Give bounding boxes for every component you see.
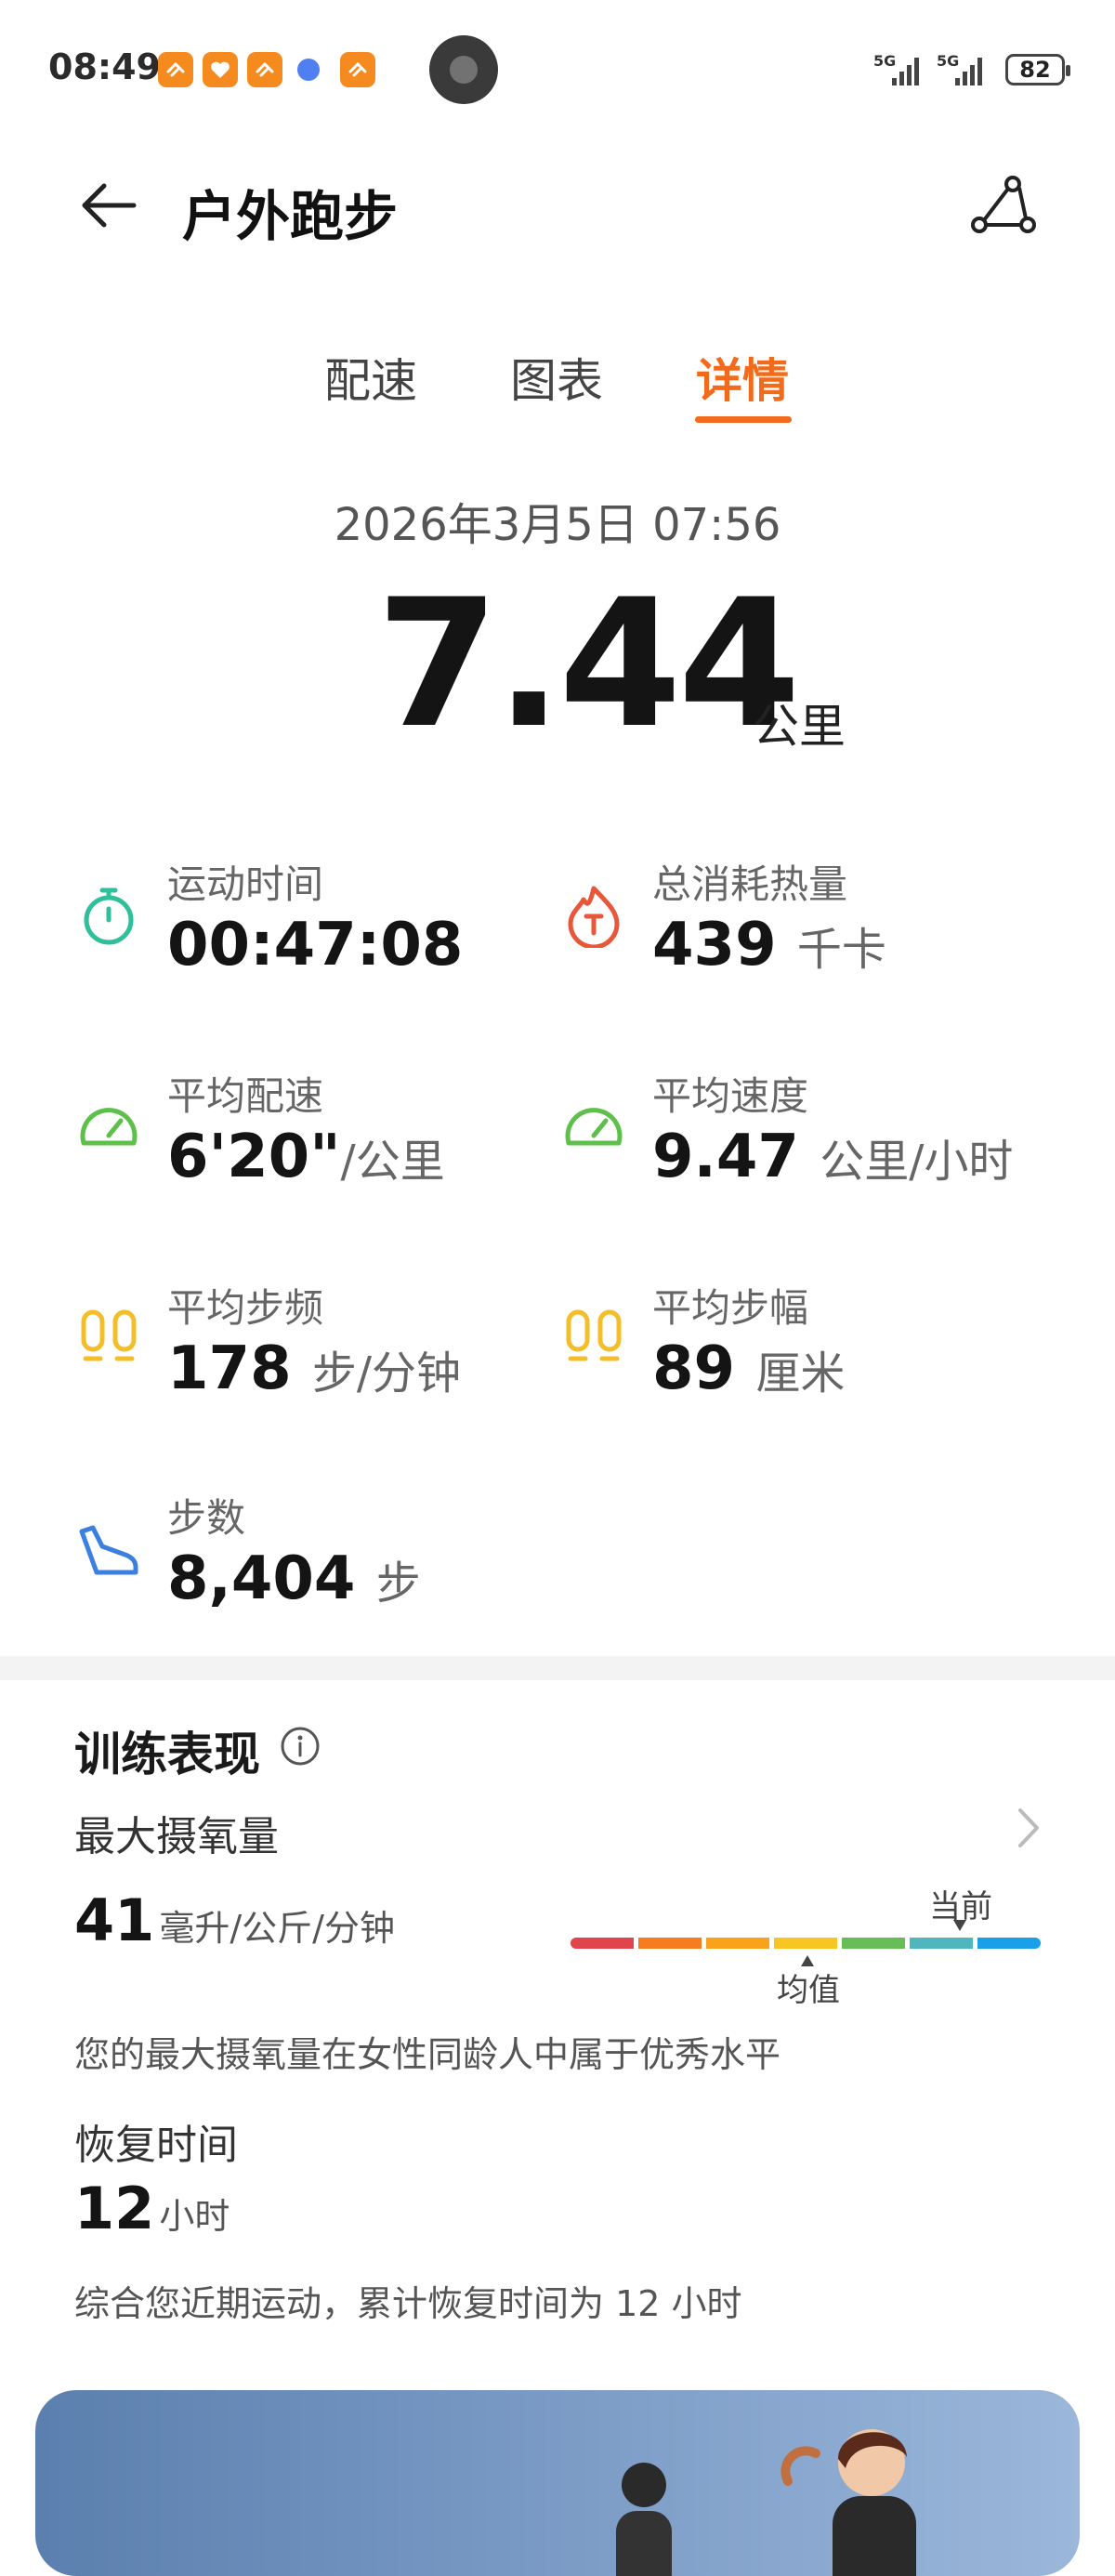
- vo2max-unit: 毫升/公斤/分钟: [159, 1908, 395, 1949]
- app-notification-icon: [247, 52, 282, 87]
- metric-label: 步数: [167, 1495, 246, 1541]
- tab-pace[interactable]: 配速: [324, 344, 417, 411]
- recovery-value: 12: [74, 2175, 155, 2242]
- vo2max-value-row: 41 毫升/公斤/分钟: [74, 1886, 395, 1954]
- app-notification-icon: [340, 52, 375, 87]
- section-title: 训练表现: [74, 1728, 260, 1781]
- scale-segment: [638, 1938, 702, 1949]
- info-icon[interactable]: [279, 1725, 321, 1768]
- signal-icon: [955, 58, 982, 85]
- distance-value: 7.44: [376, 561, 801, 767]
- page-title: 户外跑步: [182, 185, 399, 248]
- metric-value: 9.47 公里/小时: [652, 1123, 1013, 1191]
- scale-segment: [842, 1938, 905, 1949]
- speedometer-icon: [565, 1108, 623, 1146]
- chevron-right-icon[interactable]: [1013, 1805, 1044, 1851]
- metric-label: 平均配速: [167, 1073, 324, 1119]
- cadence-unit: 步/分钟: [311, 1347, 462, 1400]
- distance-unit: 公里: [753, 700, 846, 754]
- stopwatch-icon: [84, 887, 134, 945]
- status-time: 08:49: [48, 46, 161, 87]
- stride-unit: 厘米: [755, 1347, 846, 1400]
- calories-unit: 千卡: [796, 924, 886, 976]
- recovery-label: 恢复时间: [74, 2122, 238, 2169]
- speed-value: 9.47: [652, 1123, 799, 1191]
- shoe-icon: [79, 1525, 138, 1575]
- app-notification-icon: [158, 52, 193, 87]
- metric-label: 运动时间: [167, 861, 324, 907]
- runner-figure-image: [780, 2429, 916, 2576]
- steps-value: 8,404: [167, 1544, 356, 1613]
- tab-chart[interactable]: 图表: [510, 344, 603, 411]
- footprints-icon: [81, 1309, 137, 1361]
- vo2max-value: 41: [74, 1886, 155, 1954]
- battery-indicator: 82: [1005, 54, 1070, 85]
- metric-label: 平均速度: [652, 1073, 809, 1119]
- heart-app-icon: [203, 52, 238, 87]
- scale-segment: [571, 1938, 634, 1949]
- runner-figure-image: [616, 2463, 672, 2576]
- vo2max-label[interactable]: 最大摄氧量: [74, 1803, 279, 1862]
- recovery-unit: 小时: [159, 2196, 230, 2237]
- cadence-value: 178: [167, 1334, 292, 1403]
- recovery-description: 综合您近期运动，累计恢复时间为 12 小时: [74, 2283, 742, 2324]
- scale-segment: [706, 1938, 769, 1949]
- section-divider: [0, 1656, 1115, 1680]
- metric-value: 178 步/分钟: [167, 1334, 461, 1403]
- promo-banner[interactable]: [35, 2390, 1080, 2576]
- steps-unit: 步: [375, 1557, 421, 1610]
- footprints-icon: [566, 1309, 622, 1361]
- vo2max-description: 您的最大摄氧量在女性同龄人中属于优秀水平: [74, 2034, 781, 2075]
- scale-segment: [774, 1938, 837, 1949]
- pace-unit: /公里: [340, 1136, 445, 1188]
- average-label: 均值: [777, 1972, 840, 2009]
- metric-label: 平均步幅: [652, 1285, 809, 1331]
- scale-segment: [977, 1938, 1041, 1949]
- speed-unit: 公里/小时: [820, 1136, 1014, 1188]
- metric-label: 平均步频: [167, 1285, 324, 1331]
- metric-value: 00:47:08: [167, 911, 464, 979]
- pace-value: 6'20": [167, 1123, 341, 1191]
- metric-value: 439 千卡: [652, 911, 886, 979]
- metric-value: 6'20"/公里: [167, 1123, 445, 1191]
- stride-value: 89: [652, 1334, 736, 1403]
- scale-segment: [910, 1938, 973, 1949]
- back-arrow-icon[interactable]: [76, 173, 141, 238]
- recovery-value-row: 12 小时: [74, 2175, 230, 2242]
- signal-icon: [892, 58, 919, 85]
- tab-details[interactable]: 详情: [696, 344, 789, 411]
- workout-date: 2026年3月5日 07:56: [334, 499, 781, 551]
- route-icon[interactable]: [966, 173, 1041, 238]
- camera-cutout-icon: [429, 35, 498, 104]
- calories-value: 439: [652, 911, 777, 979]
- blue-app-icon: [297, 59, 320, 81]
- current-marker-icon: [953, 1920, 966, 1931]
- metric-value: 8,404 步: [167, 1544, 421, 1613]
- active-tab-indicator: [695, 416, 792, 423]
- flame-icon: [568, 886, 620, 948]
- speedometer-icon: [80, 1108, 138, 1146]
- metric-label: 总消耗热量: [652, 861, 848, 907]
- metric-value: 89 厘米: [652, 1334, 845, 1403]
